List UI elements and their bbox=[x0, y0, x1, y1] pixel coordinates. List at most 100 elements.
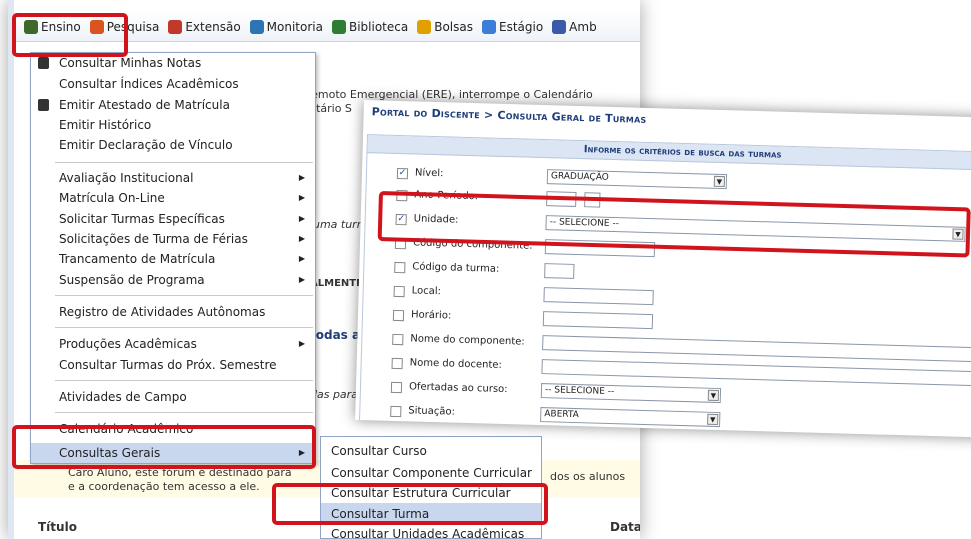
menu-item-label: Matrícula On-Line bbox=[59, 191, 165, 205]
menu-item-label: Solicitações de Turma de Férias bbox=[59, 232, 248, 246]
filter-checkbox[interactable] bbox=[391, 357, 403, 370]
field-value: ABERTA bbox=[544, 409, 580, 421]
filter-checkbox[interactable] bbox=[393, 285, 405, 298]
notice-text-1: Remoto Emergencial (ERE), interrompe o C… bbox=[304, 88, 593, 101]
menu-item-8[interactable]: Solicitações de Turma de Férias ▶ bbox=[31, 229, 315, 249]
filter-label: Local: bbox=[411, 285, 442, 298]
highlight-consultar-turma bbox=[272, 483, 548, 525]
menu-item-4[interactable]: Emitir Declaração de Vínculo bbox=[31, 135, 315, 155]
submenu-arrow-icon: ▶ bbox=[298, 234, 305, 243]
filter-label: Código da turma: bbox=[412, 261, 500, 275]
menu-item-14[interactable]: Atividades de Campo bbox=[31, 387, 315, 407]
menu-item-2[interactable]: Emitir Atestado de Matrícula bbox=[31, 95, 315, 115]
estagio-icon bbox=[481, 19, 496, 34]
chevron-down-icon: ▼ bbox=[707, 389, 720, 402]
menubar-item-estgio[interactable]: Estágio bbox=[481, 19, 544, 34]
filter-checkbox[interactable] bbox=[390, 381, 403, 394]
dos-alunos-text: dos os alunos bbox=[550, 470, 626, 483]
submenu-arrow-icon: ▶ bbox=[298, 254, 305, 263]
menu-item-label: Consultar Turmas do Próx. Semestre bbox=[59, 358, 277, 372]
submenu-arrow-icon: ▶ bbox=[298, 339, 305, 348]
field-value: -- SELECIONE -- bbox=[544, 385, 615, 398]
menu-item-label: Consultar Índices Acadêmicos bbox=[59, 77, 239, 91]
filter-input[interactable] bbox=[543, 287, 654, 306]
menu-item-label: Avaliação Institucional bbox=[59, 171, 194, 185]
menubar-item-amb[interactable]: Amb bbox=[552, 19, 597, 34]
menu-item-5[interactable]: Avaliação Institucional ▶ bbox=[31, 168, 315, 188]
extensao-icon bbox=[168, 19, 183, 34]
menu-separator bbox=[55, 162, 313, 163]
highlight-consultas-gerais bbox=[12, 425, 316, 469]
filter-select[interactable]: -- SELECIONE -- ▼ bbox=[540, 383, 722, 404]
highlight-ensino bbox=[12, 13, 128, 57]
filter-checkbox[interactable] bbox=[392, 333, 404, 346]
submenu-item-0[interactable]: Consultar Curso bbox=[321, 440, 541, 462]
submenu-item-1[interactable]: Consultar Componente Curricular bbox=[321, 462, 541, 484]
menu-item-label: Trancamento de Matrícula bbox=[59, 252, 216, 266]
almente-text: ALMENTE bbox=[310, 278, 363, 289]
filter-checkbox[interactable] bbox=[394, 261, 406, 274]
menu-item-label: Registro de Atividades Autônomas bbox=[59, 305, 266, 319]
menu-item-7[interactable]: Solicitar Turmas Específicas ▶ bbox=[31, 209, 315, 229]
menu-item-label: Suspensão de Programa bbox=[59, 273, 205, 287]
chevron-down-icon: ▼ bbox=[707, 413, 719, 426]
menubar-item-label: Amb bbox=[569, 19, 597, 34]
tutorial-composite: Ensino Pesquisa Extensão Monitoria Bibliotec… bbox=[0, 0, 971, 539]
menu-item-10[interactable]: Suspensão de Programa ▶ bbox=[31, 270, 315, 290]
menu-separator bbox=[55, 412, 313, 413]
menu-item-6[interactable]: Matrícula On-Line ▶ bbox=[31, 188, 315, 208]
submenu-item-label: Consultar Componente Curricular bbox=[331, 466, 532, 480]
filter-input[interactable] bbox=[544, 263, 575, 279]
chevron-down-icon: ▼ bbox=[713, 175, 726, 188]
document-icon bbox=[38, 57, 49, 69]
biblioteca-icon bbox=[331, 19, 346, 34]
col-data: Data bbox=[610, 520, 640, 534]
submenu-arrow-icon: ▶ bbox=[298, 193, 305, 202]
menu-item-3[interactable]: Emitir Histórico bbox=[31, 115, 315, 135]
filter-checkbox[interactable] bbox=[392, 309, 405, 322]
menubar-item-monitoria[interactable]: Monitoria bbox=[249, 19, 323, 34]
col-titulo: Título bbox=[38, 520, 77, 534]
submenu-arrow-icon: ▶ bbox=[298, 173, 305, 182]
forum-text-2: e a coordenação tem acesso a ele. bbox=[68, 480, 260, 493]
ensino-dropdown-menu: Consultar Minhas Notas Consultar Índices … bbox=[30, 52, 316, 464]
menubar-item-label: Monitoria bbox=[266, 19, 323, 34]
field-value: GRADUAÇÃO bbox=[550, 171, 609, 183]
filter-label: Nome do docente: bbox=[409, 357, 503, 371]
menu-item-13[interactable]: Consultar Turmas do Próx. Semestre bbox=[31, 355, 315, 375]
menu-item-label: Consultar Minhas Notas bbox=[59, 56, 202, 70]
menu-item-9[interactable]: Trancamento de Matrícula ▶ bbox=[31, 249, 315, 269]
menubar-item-bolsas[interactable]: Bolsas bbox=[417, 19, 473, 34]
bolsas-icon bbox=[417, 19, 432, 34]
menu-separator bbox=[55, 295, 313, 296]
menu-item-label: Emitir Declaração de Vínculo bbox=[59, 138, 233, 152]
ambiente-icon bbox=[552, 19, 567, 34]
submenu-arrow-icon: ▶ bbox=[298, 214, 305, 223]
search-form: Informe os critérios de busca das turmas… bbox=[358, 134, 971, 438]
document-icon bbox=[38, 99, 49, 111]
submenu-item-4[interactable]: Consultar Unidades Acadêmicas bbox=[321, 523, 541, 539]
menu-item-label: Solicitar Turmas Específicas bbox=[59, 212, 225, 226]
menu-item-12[interactable]: Produções Acadêmicas ▶ bbox=[31, 334, 315, 354]
menubar-item-label: Extensão bbox=[185, 19, 241, 34]
menu-separator bbox=[55, 327, 313, 328]
submenu-item-label: Consultar Unidades Acadêmicas bbox=[331, 527, 525, 539]
filter-label: Ofertadas ao curso: bbox=[408, 381, 508, 396]
filter-label: Situação: bbox=[408, 405, 456, 418]
menubar-item-label: Estágio bbox=[498, 19, 544, 34]
filter-input[interactable] bbox=[542, 311, 654, 330]
filter-label: Nome do componente: bbox=[410, 333, 525, 348]
filter-checkbox[interactable]: ✓ bbox=[396, 167, 409, 180]
menu-item-11[interactable]: Registro de Atividades Autônomas bbox=[31, 302, 315, 322]
menubar-item-biblioteca[interactable]: Biblioteca bbox=[331, 19, 408, 34]
consulta-turmas-window: Portal do Discente > Consulta Geral de T… bbox=[355, 100, 971, 438]
filter-select[interactable]: ABERTA ▼ bbox=[540, 407, 721, 428]
menu-item-label: Emitir Atestado de Matrícula bbox=[59, 98, 230, 112]
menubar-item-label: Bolsas bbox=[434, 19, 473, 34]
menu-item-1[interactable]: Consultar Índices Acadêmicos bbox=[31, 74, 315, 94]
filter-checkbox[interactable] bbox=[390, 405, 402, 418]
filter-select[interactable]: GRADUAÇÃO ▼ bbox=[546, 169, 728, 190]
menubar-item-extenso[interactable]: Extensão bbox=[168, 19, 241, 34]
menu-item-label: Atividades de Campo bbox=[59, 390, 187, 404]
filter-label: Horário: bbox=[410, 309, 452, 322]
